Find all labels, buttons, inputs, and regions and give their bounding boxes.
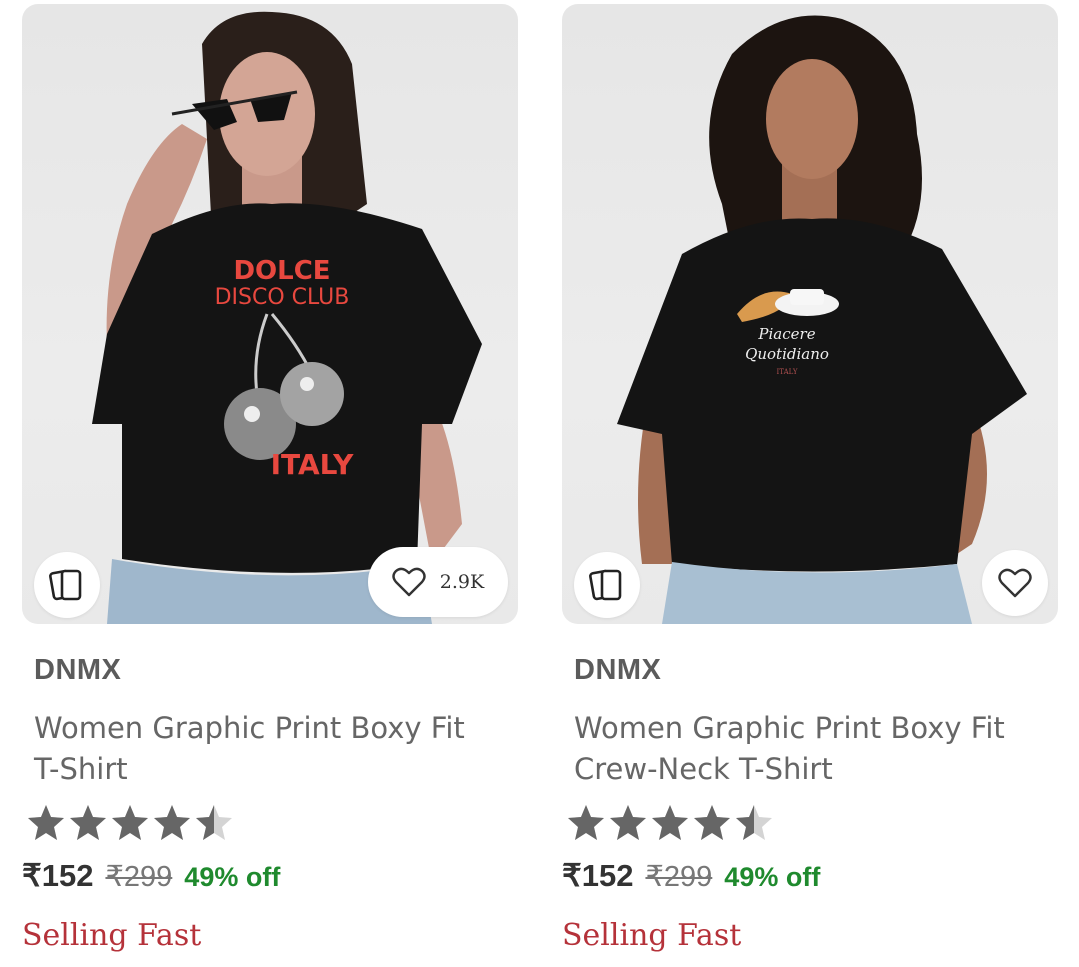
print-line1: Piacere bbox=[757, 325, 815, 343]
discount-label: 49% off bbox=[184, 862, 281, 892]
wishlist-button[interactable]: 2.9K bbox=[368, 547, 508, 617]
brand-name: DNMX bbox=[34, 654, 122, 686]
star-icon bbox=[196, 805, 232, 840]
product-photo: Piacere Quotidiano ITALY bbox=[617, 15, 1027, 624]
product-title-line2: Crew-Neck T-Shirt bbox=[574, 752, 833, 786]
selling-fast-badge: Selling Fast bbox=[562, 918, 742, 953]
brand-name: DNMX bbox=[574, 654, 662, 686]
heart-icon bbox=[998, 568, 1032, 598]
compare-button[interactable] bbox=[574, 552, 640, 618]
product-photo: DOLCE DISCO CLUB ITALY bbox=[92, 11, 482, 624]
print-line1: DOLCE bbox=[233, 256, 330, 286]
wishlist-button[interactable] bbox=[982, 550, 1048, 616]
heart-icon bbox=[392, 567, 426, 597]
product-image[interactable]: DOLCE DISCO CLUB ITALY 2.9K bbox=[22, 4, 518, 624]
print-line2: Quotidiano bbox=[745, 345, 829, 363]
selling-fast-badge: Selling Fast bbox=[22, 918, 202, 953]
price-row: ₹152 ₹299 49% off bbox=[562, 858, 820, 894]
star-icon bbox=[694, 805, 730, 840]
product-title[interactable]: Women Graphic Print Boxy Fit Crew-Neck T… bbox=[574, 708, 1054, 790]
selling-price: ₹152 bbox=[562, 858, 634, 893]
cards-icon bbox=[49, 569, 82, 601]
star-icon bbox=[70, 805, 106, 840]
product-title-line1: Women Graphic Print Boxy Fit bbox=[34, 711, 465, 745]
compare-button[interactable] bbox=[34, 552, 100, 618]
cards-icon bbox=[589, 569, 622, 601]
product-title[interactable]: Women Graphic Print Boxy Fit T-Shirt bbox=[34, 708, 514, 790]
star-icon bbox=[28, 805, 64, 840]
selling-price: ₹152 bbox=[22, 858, 94, 893]
product-card-1[interactable]: DOLCE DISCO CLUB ITALY 2.9K DNMX Women G… bbox=[20, 0, 520, 967]
print-line3: ITALY bbox=[271, 448, 354, 481]
product-image[interactable]: Piacere Quotidiano ITALY bbox=[562, 4, 1058, 624]
star-icon bbox=[112, 805, 148, 840]
product-title-line2: T-Shirt bbox=[34, 752, 128, 786]
star-icon bbox=[610, 805, 646, 840]
star-icon bbox=[736, 805, 772, 840]
star-icon bbox=[652, 805, 688, 840]
print-line3: ITALY bbox=[777, 368, 798, 376]
wishlist-count: 2.9K bbox=[439, 571, 485, 593]
star-icon bbox=[154, 805, 190, 840]
rating-stars bbox=[26, 801, 234, 845]
product-card-2[interactable]: Piacere Quotidiano ITALY DNMX Women Grap… bbox=[560, 0, 1060, 967]
star-icon bbox=[568, 805, 604, 840]
print-line2: DISCO CLUB bbox=[215, 285, 350, 310]
product-title-line1: Women Graphic Print Boxy Fit bbox=[574, 711, 1005, 745]
price-row: ₹152 ₹299 49% off bbox=[22, 858, 280, 894]
original-price: ₹299 bbox=[645, 861, 713, 893]
original-price: ₹299 bbox=[105, 861, 173, 893]
discount-label: 49% off bbox=[724, 862, 821, 892]
rating-stars bbox=[566, 801, 774, 845]
